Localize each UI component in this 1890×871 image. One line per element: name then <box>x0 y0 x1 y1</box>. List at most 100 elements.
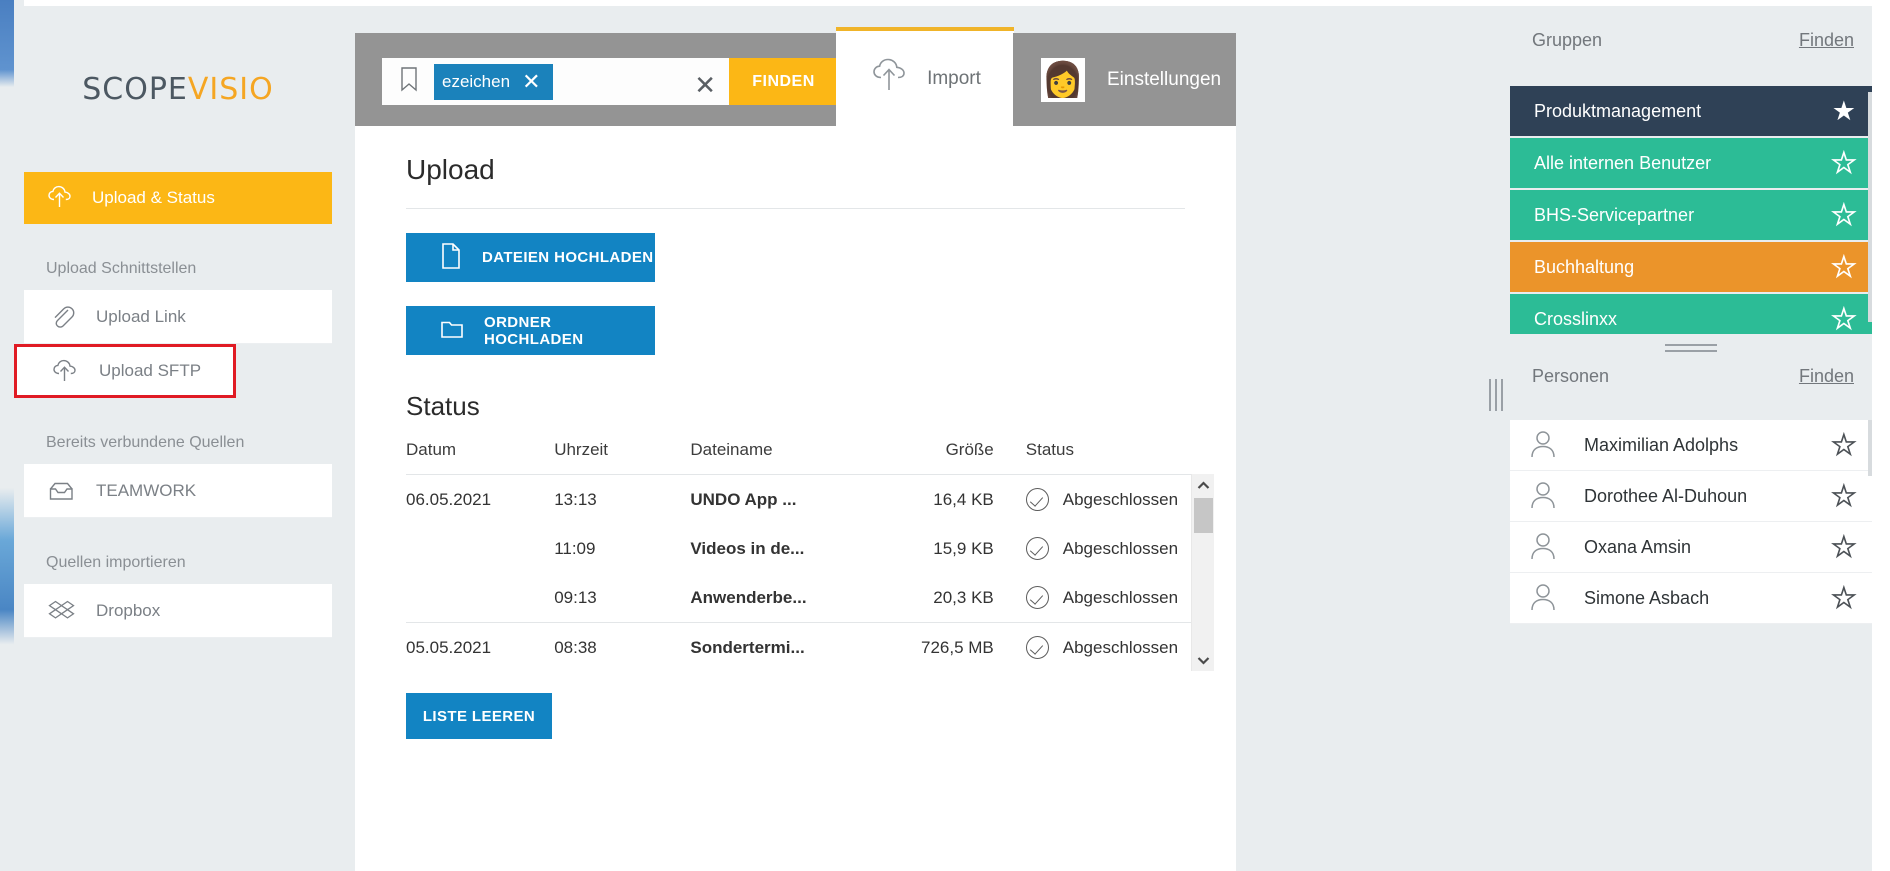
column-header-dateiname: Dateiname <box>690 440 773 459</box>
logo-part-scope: SCOPE <box>82 71 188 107</box>
person-item-simone-asbach[interactable]: Simone Asbach ★ <box>1510 573 1872 624</box>
cell-dateiname: UNDO App ... <box>690 474 891 524</box>
star-outline-icon[interactable]: ★ <box>1831 532 1857 561</box>
group-label: Crosslinxx <box>1534 308 1618 329</box>
clear-list-button[interactable]: LISTE LEEREN <box>406 693 552 739</box>
status-badge: Abgeschlossen <box>1062 587 1179 607</box>
table-row[interactable]: 05.05.2021 08:38 Sondertermi... 726,5 MB… <box>406 622 1196 671</box>
page-title: Upload <box>406 154 495 185</box>
person-name: Maximilian Adolphs <box>1584 434 1739 455</box>
check-circle-icon <box>1025 636 1049 659</box>
inbox-icon <box>48 478 78 504</box>
chevron-up-icon[interactable] <box>1192 474 1214 496</box>
upload-files-button[interactable]: DATEIEN HOCHLADEN <box>406 233 655 282</box>
star-outline-icon[interactable]: ★ <box>1831 430 1857 459</box>
clear-search-icon[interactable]: ✕ <box>694 70 716 101</box>
tab-label: Import <box>927 67 981 89</box>
sidebar-item-teamwork[interactable]: TEAMWORK <box>24 464 332 518</box>
cell-datum: 05.05.2021 <box>406 622 555 671</box>
cell-dateiname: Sondertermi... <box>690 622 891 671</box>
panel-resize-handle-vertical[interactable] <box>1488 378 1504 412</box>
find-button[interactable]: FINDEN <box>729 58 838 105</box>
status-badge: Abgeschlossen <box>1062 637 1179 657</box>
star-outline-icon[interactable]: ★ <box>1831 200 1857 229</box>
column-header-uhrzeit: Uhrzeit <box>554 440 609 459</box>
folder-icon <box>440 317 464 345</box>
divider <box>406 208 1185 209</box>
person-item-maximilian-adolphs[interactable]: Maximilian Adolphs ★ <box>1510 420 1872 471</box>
sidebar-item-label: Upload SFTP <box>99 361 202 380</box>
user-icon <box>1528 428 1558 463</box>
group-item-produktmanagement[interactable]: Produktmanagement ★ <box>1510 86 1872 136</box>
sidebar-section-title-connected-sources: Bereits verbundene Quellen <box>46 434 245 451</box>
cell-groesse: 15,9 KB <box>933 538 994 558</box>
star-filled-icon[interactable]: ★ <box>1832 97 1856 125</box>
sidebar-section-title-upload-interfaces: Upload Schnittstellen <box>46 260 197 277</box>
user-icon <box>1528 530 1558 565</box>
group-item-crosslinxx[interactable]: Crosslinxx ★ <box>1510 294 1872 334</box>
sidebar-item-label: Dropbox <box>96 600 161 620</box>
file-icon <box>440 242 462 274</box>
user-icon <box>1528 479 1558 514</box>
status-table-wrapper: Datum Uhrzeit Dateiname Größe Status 06.… <box>406 440 1214 739</box>
right-panel: Gruppen Finden Produktmanagement ★ Alle … <box>1489 6 1872 871</box>
people-scrollbar[interactable] <box>1868 420 1872 476</box>
group-item-buchhaltung[interactable]: Buchhaltung ★ <box>1510 242 1872 292</box>
sidebar-item-upload-sftp[interactable]: Upload SFTP <box>14 344 236 398</box>
cell-status: Abgeschlossen <box>1025 474 1196 524</box>
status-table-scroll-area: 06.05.2021 13:13 UNDO App ... 16,4 KB Ab… <box>406 474 1214 671</box>
scrollbar-thumb[interactable] <box>1194 498 1213 533</box>
main-content: Upload DATEIEN HOCHLADEN ORDNER HOCHLADE… <box>355 126 1236 871</box>
cell-datum: 06.05.2021 <box>406 474 555 524</box>
sidebar-item-label: Upload Link <box>96 306 186 326</box>
star-outline-icon[interactable]: ★ <box>1831 304 1857 333</box>
star-outline-icon[interactable]: ★ <box>1831 148 1857 177</box>
cell-uhrzeit: 09:13 <box>554 587 597 607</box>
people-find-link[interactable]: Finden <box>1799 366 1854 387</box>
logo-part-visio: VISIO <box>187 71 274 107</box>
groups-find-link[interactable]: Finden <box>1799 30 1854 51</box>
sidebar-item-upload-link[interactable]: Upload Link <box>24 290 332 344</box>
people-list: Maximilian Adolphs ★ Dorothee Al-Duhoun … <box>1510 420 1872 624</box>
star-outline-icon[interactable]: ★ <box>1831 252 1857 281</box>
groups-header: Gruppen Finden <box>1510 30 1872 64</box>
star-outline-icon[interactable]: ★ <box>1831 583 1857 612</box>
close-icon[interactable]: ✕ <box>522 70 540 93</box>
cell-status: Abgeschlossen <box>1025 622 1196 671</box>
person-item-oxana-amsin[interactable]: Oxana Amsin ★ <box>1510 522 1872 573</box>
bookmark-icon[interactable] <box>398 65 420 98</box>
button-label: DATEIEN HOCHLADEN <box>482 249 654 266</box>
cell-uhrzeit: 08:38 <box>554 622 691 671</box>
upload-folder-button[interactable]: ORDNER HOCHLADEN <box>406 306 655 355</box>
tab-einstellungen[interactable]: 👩 Einstellungen <box>1013 33 1236 126</box>
groups-list: Produktmanagement ★ Alle internen Benutz… <box>1510 86 1872 334</box>
person-item-dorothee-al-duhoun[interactable]: Dorothee Al-Duhoun ★ <box>1510 471 1872 522</box>
sidebar-item-dropbox[interactable]: Dropbox <box>24 584 332 638</box>
table-scrollbar[interactable] <box>1191 474 1214 671</box>
sidebar-item-label: Upload & Status <box>92 188 215 207</box>
cell-dateiname: Videos in de... <box>690 538 805 558</box>
table-row[interactable]: 11:09 Videos in de... 15,9 KB Abgeschlos… <box>406 524 1196 573</box>
person-name: Dorothee Al-Duhoun <box>1584 485 1748 506</box>
cell-status: Abgeschlossen <box>1025 524 1196 573</box>
panel-resize-handle-horizontal[interactable] <box>1510 334 1872 366</box>
application-window: SCOPEVISIO Upload & Status Upload Schnit… <box>0 0 1890 871</box>
table-row[interactable]: 09:13 Anwenderbe... 20,3 KB Abgeschlosse… <box>406 573 1196 623</box>
sidebar-item-upload-status[interactable]: Upload & Status <box>24 172 332 224</box>
group-item-alle-internen-benutzer[interactable]: Alle internen Benutzer ★ <box>1510 138 1872 188</box>
search-input-container[interactable]: ezeichen ✕ ✕ FINDEN <box>382 58 838 105</box>
check-circle-icon <box>1025 586 1049 609</box>
chevron-down-icon[interactable] <box>1192 649 1214 671</box>
search-tag-chip[interactable]: ezeichen ✕ <box>434 63 553 100</box>
table-header-row: Datum Uhrzeit Dateiname Größe Status <box>406 440 1196 474</box>
table-row[interactable]: 06.05.2021 13:13 UNDO App ... 16,4 KB Ab… <box>406 474 1196 524</box>
star-outline-icon[interactable]: ★ <box>1831 481 1857 510</box>
app-logo: SCOPEVISIO <box>24 6 332 172</box>
tab-import[interactable]: Import <box>836 27 1014 126</box>
people-title: Personen <box>1532 366 1610 386</box>
search-toolbar: ezeichen ✕ ✕ FINDEN <box>355 33 1169 142</box>
group-item-bhs-servicepartner[interactable]: BHS-Servicepartner ★ <box>1510 190 1872 240</box>
groups-scrollbar[interactable] <box>1868 92 1872 322</box>
user-icon <box>1528 581 1558 616</box>
cell-groesse: 16,4 KB <box>890 474 1026 524</box>
